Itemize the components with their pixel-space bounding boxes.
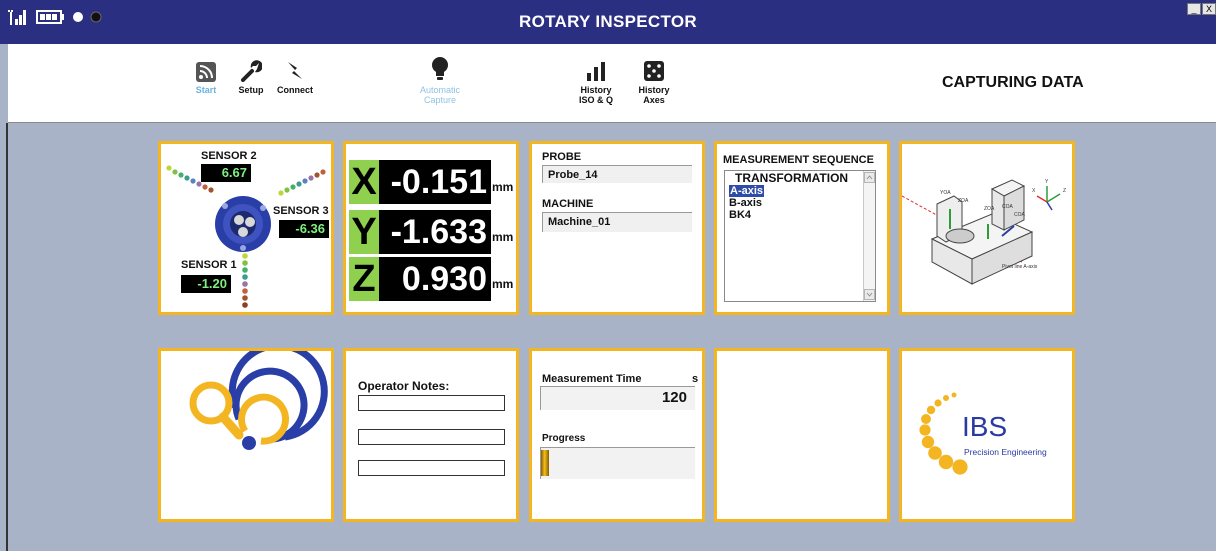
history-iso-q-button[interactable]: History ISO & Q xyxy=(576,52,616,105)
inspector-logo-panel xyxy=(158,348,334,522)
scroll-down-icon[interactable] xyxy=(864,289,875,300)
ibs-logo-panel: IBS Precision Engineering xyxy=(899,348,1075,522)
probe-field[interactable]: Probe_14 xyxy=(542,165,692,183)
sequence-scrollbar[interactable] xyxy=(863,171,875,301)
sensor-3-value: -6.36 xyxy=(279,220,329,238)
rss-icon xyxy=(196,62,216,82)
operator-notes-field-1[interactable] xyxy=(358,395,505,411)
start-button[interactable]: Start xyxy=(194,52,218,95)
diagram-label-zoa-2: ZOA xyxy=(984,206,995,212)
close-button[interactable]: X xyxy=(1202,3,1216,15)
sensor-2-label: SENSOR 2 xyxy=(201,150,257,162)
sequence-item-transformation[interactable]: TRANSFORMATION xyxy=(725,171,875,185)
measurement-time-panel: Measurement Time s 120 Progress xyxy=(529,348,705,522)
machine-label: MACHINE xyxy=(542,198,594,210)
progress-bar xyxy=(540,447,695,479)
app-title: ROTARY INSPECTOR xyxy=(519,12,697,31)
history-axes-label-2: Axes xyxy=(643,95,665,105)
dice-icon xyxy=(644,61,664,81)
ibs-tagline: Precision Engineering xyxy=(964,447,1047,457)
setup-label: Setup xyxy=(238,85,264,95)
start-label: Start xyxy=(195,85,217,95)
probe-label: PROBE xyxy=(542,151,582,163)
operator-notes-field-3[interactable] xyxy=(358,460,505,476)
connect-label: Connect xyxy=(277,85,313,95)
sensor-1-value: -1.20 xyxy=(181,275,231,293)
measurement-sequence-title: MEASUREMENT SEQUENCE xyxy=(723,154,874,166)
progress-fill xyxy=(541,450,549,476)
sensor-1-label: SENSOR 1 xyxy=(181,259,237,271)
automatic-capture-label-1: Automatic xyxy=(419,85,461,95)
empty-panel xyxy=(714,348,890,522)
automatic-capture-label-2: Capture xyxy=(423,95,457,105)
z-axis-unit: mm xyxy=(492,277,514,291)
diagram-label-x: X xyxy=(1032,188,1036,194)
wrench-icon xyxy=(241,60,262,82)
diagram-label-zoa-1: ZOA xyxy=(958,198,969,204)
measurement-time-label: Measurement Time xyxy=(542,373,642,385)
setup-button[interactable]: Setup xyxy=(236,52,266,95)
measurement-sequence-panel: MEASUREMENT SEQUENCE TRANSFORMATION A-ax… xyxy=(714,141,890,315)
history-iso-q-label-2: ISO & Q xyxy=(578,95,613,105)
machine-diagram: YOA ZOA ZOA COA COA X Y Z Pivot line A-a… xyxy=(902,179,1066,285)
operator-notes-label: Operator Notes: xyxy=(358,379,450,393)
y-axis-letter: Y xyxy=(349,210,379,254)
sensor-2-value: 6.67 xyxy=(201,164,251,182)
progress-label: Progress xyxy=(542,433,586,444)
connect-button[interactable]: Connect xyxy=(276,52,314,95)
history-axes-button[interactable]: History Axes xyxy=(636,52,672,105)
y-axis-value: -1.633 xyxy=(379,210,491,254)
magnifier-target-icon xyxy=(189,351,328,450)
z-axis-value: 0.930 xyxy=(379,257,491,301)
history-axes-label-1: History xyxy=(638,85,670,95)
scroll-up-icon[interactable] xyxy=(864,172,875,183)
diagram-label-y: Y xyxy=(1045,179,1049,185)
sensors-panel: SENSOR 2 6.67 SENSOR 3 -6.36 SENSOR 1 -1… xyxy=(158,141,334,315)
bar-chart-icon xyxy=(587,62,605,81)
x-axis-unit: mm xyxy=(492,180,514,194)
machine-diagram-panel: YOA ZOA ZOA COA COA X Y Z Pivot line A-a… xyxy=(899,141,1075,315)
diagram-label-z: Z xyxy=(1063,188,1066,194)
toolbar: Start Setup Connect Automatic Capture Hi… xyxy=(8,44,1216,123)
measurement-time-value: 120 xyxy=(540,386,695,410)
diagram-label-pivot: Pivot line A-axis xyxy=(1002,264,1038,270)
lightbulb-icon xyxy=(432,57,448,80)
measurement-time-unit: s xyxy=(692,373,699,385)
measurement-sequence-list[interactable]: TRANSFORMATION A-axis B-axis BK4 xyxy=(724,170,876,302)
automatic-capture-button[interactable]: Automatic Capture xyxy=(410,52,470,105)
machine-field[interactable]: Machine_01 xyxy=(542,212,692,232)
capture-status-label: CAPTURING DATA xyxy=(942,74,1084,91)
title-bar: ROTARY INSPECTOR _ X xyxy=(0,0,1216,44)
minimize-button[interactable]: _ xyxy=(1187,3,1201,15)
sequence-item-b-axis[interactable]: B-axis xyxy=(725,197,875,209)
diagram-label-coa-1: COA xyxy=(1002,204,1014,210)
operator-notes-field-2[interactable] xyxy=(358,429,505,445)
diagram-label-yoa: YOA xyxy=(940,190,951,196)
sequence-item-a-axis[interactable]: A-axis xyxy=(725,185,875,197)
ibs-logo-text: IBS xyxy=(962,411,1007,442)
sensor-3-label: SENSOR 3 xyxy=(273,205,329,217)
lightning-icon xyxy=(288,62,302,79)
diagram-label-coa-2: COA xyxy=(1014,212,1026,218)
operator-notes-panel: Operator Notes: xyxy=(343,348,519,522)
probe-machine-panel: PROBE Probe_14 MACHINE Machine_01 xyxy=(529,141,705,315)
x-axis-value: -0.151 xyxy=(379,160,491,204)
y-axis-unit: mm xyxy=(492,230,514,244)
x-axis-letter: X xyxy=(349,160,379,204)
coordinates-panel: X -0.151 mm Y -1.633 mm Z 0.930 mm xyxy=(343,141,519,315)
z-axis-letter: Z xyxy=(349,257,379,301)
sequence-item-bk4[interactable]: BK4 xyxy=(725,209,875,221)
left-divider xyxy=(6,123,8,551)
ibs-logo: IBS Precision Engineering xyxy=(919,392,1047,475)
history-iso-q-label-1: History xyxy=(580,85,612,95)
